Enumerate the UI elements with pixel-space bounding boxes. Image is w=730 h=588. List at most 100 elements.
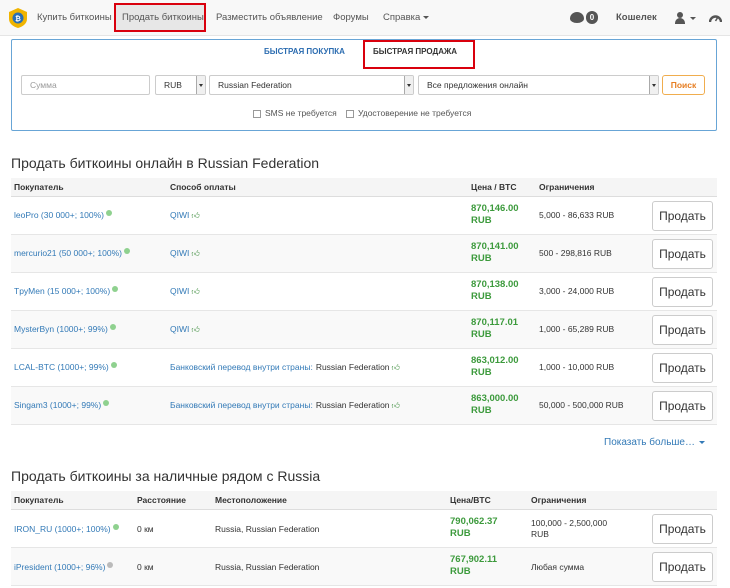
cash-section-title: Продать биткоины за наличные рядом с Rus… (11, 468, 321, 484)
messages-count-badge[interactable]: 0 (586, 11, 598, 24)
nav-buy-bitcoins[interactable]: Купить биткоины (37, 0, 112, 36)
payment-method-link[interactable]: Банковский перевод внутри страны: (170, 362, 313, 372)
currency-select[interactable]: RUB (155, 75, 206, 95)
trade-limits: 1,000 - 65,289 RUB (539, 324, 615, 334)
sell-button[interactable]: Продать (652, 391, 713, 421)
buyer-link[interactable]: MysterByn (1000+; 99%) (14, 324, 116, 334)
country-select[interactable]: Russian Federation (209, 75, 414, 95)
search-button[interactable]: Поиск (662, 75, 705, 95)
payment-method-link[interactable]: QIWI (170, 286, 189, 296)
column-distance: Расстояние (137, 495, 186, 505)
currency-select-value: RUB (164, 80, 182, 90)
sell-button[interactable]: Продать (652, 552, 713, 582)
table-row: MysterByn (1000+; 99%) QIWI 👍︎ 870,117.01 RU… (11, 311, 717, 349)
sell-button[interactable]: Продать (652, 353, 713, 383)
price-amount: 870,141.00 (471, 241, 519, 252)
column-price: Цена / BTC (471, 182, 517, 192)
tab-quick-buy[interactable]: БЫСТРАЯ ПОКУПКА (264, 47, 345, 56)
sell-button[interactable]: Продать (652, 277, 713, 307)
buyer-link[interactable]: TpyMen (15 000+; 100%) (14, 286, 119, 296)
sms-not-required-checkbox[interactable] (253, 110, 261, 118)
nav-post-ad[interactable]: Разместить объявление (216, 0, 323, 36)
logo-icon[interactable]: ₿ (9, 8, 27, 28)
buyer-name[interactable]: mercurio21 (50 000+; 100%) (14, 248, 122, 258)
price-amount: 790,062.37 (450, 516, 498, 527)
nav-wallet[interactable]: Кошелек (616, 0, 657, 36)
chat-icon[interactable] (570, 12, 584, 23)
buyer-name[interactable]: leoPro (30 000+; 100%) (14, 210, 104, 220)
chevron-down-icon (423, 15, 430, 19)
trade-limits: 50,000 - 500,000 RUB (539, 400, 624, 410)
tab-quick-sell[interactable]: БЫСТРАЯ ПРОДАЖА (373, 47, 457, 56)
column-buyer: Покупатель (14, 495, 64, 505)
thumbs-up-icon: 👍︎ (391, 363, 400, 372)
buyer-name[interactable]: Singam3 (1000+; 99%) (14, 400, 101, 410)
buyer-name[interactable]: iPresident (1000+; 96%) (14, 562, 105, 572)
payment-method-link[interactable]: QIWI (170, 210, 189, 220)
offers-select[interactable]: Все предложения онлайн (418, 75, 659, 95)
price-currency: RUB (471, 215, 492, 226)
payment-method: Банковский перевод внутри страны: Russian… (170, 362, 400, 373)
online-status-icon (103, 400, 110, 406)
sms-not-required-label: SMS не требуется (265, 108, 337, 118)
column-buyer: Покупатель (14, 182, 64, 192)
buyer-name[interactable]: LCAL-BTC (1000+; 99%) (14, 362, 109, 372)
nav-forums[interactable]: Форумы (333, 0, 369, 36)
id-not-required-checkbox[interactable] (346, 110, 354, 118)
column-limits: Ограничения (539, 182, 595, 192)
buyer-link[interactable]: IRON_RU (1000+; 100%) (14, 524, 119, 534)
price-value: 863,012.00 RUB (471, 355, 519, 379)
price-value: 870,146.00 RUB (471, 203, 519, 227)
sell-button[interactable]: Продать (652, 514, 713, 544)
user-icon[interactable] (675, 12, 685, 24)
price-currency: RUB (450, 528, 471, 539)
user-menu-chevron-icon[interactable] (690, 17, 696, 20)
online-status-icon (123, 248, 130, 254)
top-navbar: ₿ Купить биткоины Продать биткоины Разме… (0, 0, 730, 36)
payment-method-link[interactable]: QIWI (170, 248, 189, 258)
buyer-link[interactable]: leoPro (30 000+; 100%) (14, 210, 113, 220)
trade-limits: 3,000 - 24,000 RUB (539, 286, 615, 296)
buyer-link[interactable]: LCAL-BTC (1000+; 99%) (14, 362, 117, 372)
offers-select-value: Все предложения онлайн (427, 80, 528, 90)
thumbs-up-icon: 👍︎ (191, 211, 200, 220)
distance-value: 0 км (137, 562, 154, 572)
nav-help[interactable]: Справка (383, 0, 430, 36)
buyer-link[interactable]: mercurio21 (50 000+; 100%) (14, 248, 130, 258)
buyer-name[interactable]: MysterByn (1000+; 99%) (14, 324, 108, 334)
price-currency: RUB (471, 367, 492, 378)
price-currency: RUB (471, 291, 492, 302)
price-amount: 870,146.00 (471, 203, 519, 214)
online-status-icon (107, 562, 114, 568)
thumbs-up-icon: 👍︎ (191, 287, 200, 296)
location-value: Russia, Russian Federation (215, 524, 320, 534)
payment-method: QIWI 👍︎ (170, 248, 200, 259)
sell-button[interactable]: Продать (652, 201, 713, 231)
show-more-label: Показать больше… (604, 437, 695, 448)
nav-help-label: Справка (383, 12, 421, 23)
buyer-name[interactable]: TpyMen (15 000+; 100%) (14, 286, 110, 296)
payment-method: QIWI 👍︎ (170, 286, 200, 297)
payment-method-link[interactable]: QIWI (170, 324, 189, 334)
dashboard-icon[interactable] (709, 12, 722, 24)
thumbs-up-icon: 👍︎ (191, 325, 200, 334)
price-value: 870,117.01 RUB (471, 317, 518, 341)
amount-input[interactable]: Сумма (21, 75, 150, 95)
column-payment: Способ оплаты (170, 182, 236, 192)
location-value: Russia, Russian Federation (215, 562, 320, 572)
show-more-link[interactable]: Показать больше… (604, 437, 705, 448)
column-limits: Ограничения (531, 495, 587, 505)
online-status-icon (109, 324, 116, 330)
sell-button[interactable]: Продать (652, 315, 713, 345)
sell-button[interactable]: Продать (652, 239, 713, 269)
online-status-icon (112, 524, 119, 530)
table-row: TpyMen (15 000+; 100%) QIWI 👍︎ 870,138.00 RU… (11, 273, 717, 311)
table-row: Singam3 (1000+; 99%) Банковский перевод в… (11, 387, 717, 425)
online-status-icon (110, 362, 117, 368)
nav-sell-bitcoins[interactable]: Продать биткоины (122, 0, 204, 36)
buyer-link[interactable]: iPresident (1000+; 96%) (14, 562, 114, 572)
buyer-name[interactable]: IRON_RU (1000+; 100%) (14, 524, 111, 534)
payment-method-link[interactable]: Банковский перевод внутри страны: (170, 400, 313, 410)
thumbs-up-icon: 👍︎ (391, 401, 400, 410)
buyer-link[interactable]: Singam3 (1000+; 99%) (14, 400, 110, 410)
